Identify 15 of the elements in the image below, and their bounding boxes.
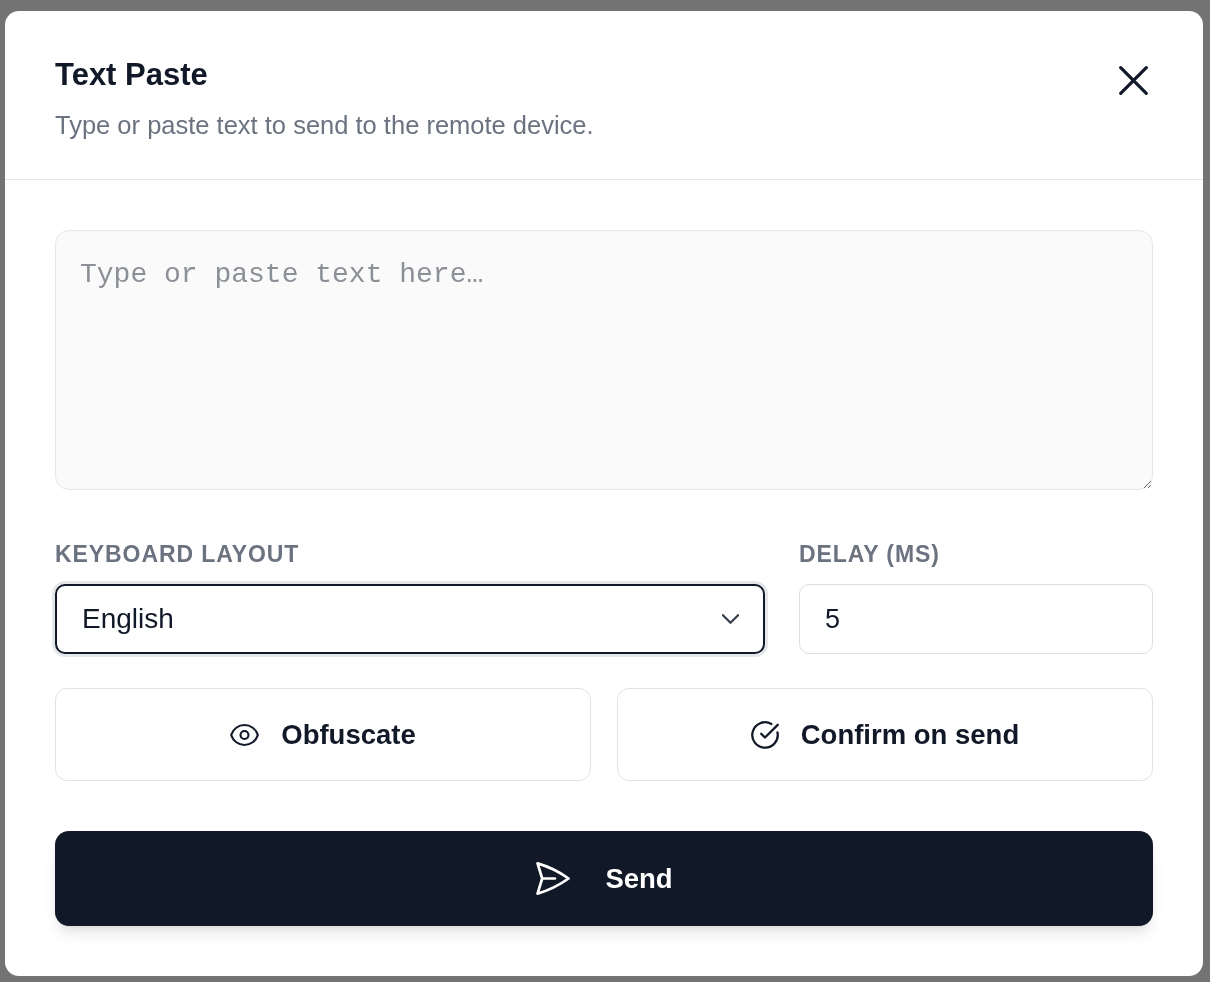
keyboard-layout-label: KEYBOARD LAYOUT xyxy=(55,542,301,566)
keyboard-layout-select[interactable]: English xyxy=(55,584,765,654)
chevron-down-icon xyxy=(722,614,739,624)
obfuscate-button[interactable]: Obfuscate xyxy=(55,688,591,781)
eye-icon xyxy=(230,723,260,746)
check-circle-icon xyxy=(750,720,779,749)
text-input-area[interactable]: Type or paste text here… xyxy=(55,230,1153,490)
confirm-on-send-button[interactable]: Confirm on send xyxy=(617,688,1153,781)
send-button[interactable]: Send xyxy=(55,831,1153,926)
dialog-subtitle: Type or paste text to send to the remote device. xyxy=(55,110,594,140)
close-icon xyxy=(1118,65,1148,95)
dialog-title: Text Paste xyxy=(55,57,209,93)
delay-label: DELAY (MS) xyxy=(799,542,941,566)
delay-input[interactable]: 5 xyxy=(799,584,1153,654)
paper-plane-icon xyxy=(535,862,572,895)
